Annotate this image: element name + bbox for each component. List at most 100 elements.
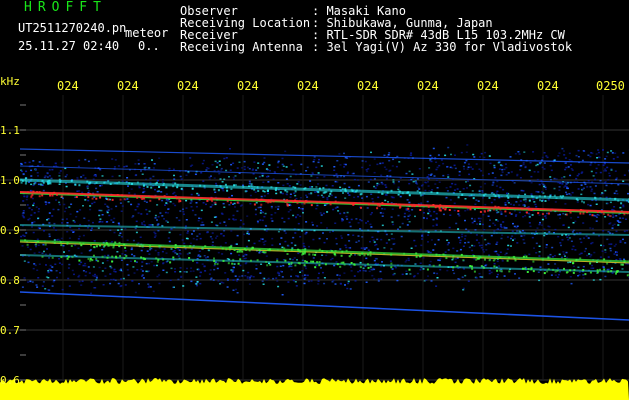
signal-speck — [189, 245, 192, 248]
noise-speck — [605, 155, 608, 158]
noise-speck — [25, 170, 28, 173]
noise-speck — [236, 234, 239, 237]
noise-speck — [68, 250, 71, 252]
noise-speck — [305, 170, 308, 172]
noise-speck — [239, 264, 242, 267]
noise-speck — [336, 181, 339, 183]
noise-speck — [346, 287, 349, 290]
signal-speck — [554, 270, 557, 273]
signal-speck — [537, 208, 539, 211]
noise-speck — [246, 277, 249, 279]
noise-speck — [315, 166, 318, 169]
signal-speck — [110, 244, 113, 247]
noise-speck — [610, 243, 613, 245]
signal-speck — [279, 191, 282, 194]
noise-speck — [141, 265, 144, 267]
noise-speck — [195, 238, 198, 241]
noise-speck — [218, 160, 221, 162]
noise-speck — [581, 159, 584, 162]
noise-speck — [466, 208, 469, 211]
noise-speck — [182, 208, 184, 210]
signal-speck — [337, 201, 340, 204]
signal-speck — [51, 194, 54, 197]
signal-speck — [610, 270, 613, 273]
noise-speck — [141, 274, 144, 276]
noise-speck — [420, 202, 423, 204]
noise-speck — [301, 203, 303, 205]
noise-speck — [30, 183, 33, 186]
noise-speck — [233, 178, 235, 180]
noise-speck — [453, 189, 456, 191]
signal-speck — [508, 256, 510, 259]
signal-speck — [140, 256, 143, 259]
noise-speck — [197, 194, 200, 197]
noise-speck — [565, 183, 568, 185]
noise-speck — [48, 212, 51, 214]
signal-speck — [530, 268, 533, 271]
noise-speck — [233, 263, 236, 265]
noise-speck — [48, 289, 51, 291]
noise-speck — [130, 203, 133, 206]
noise-speck — [572, 245, 575, 248]
signal-speck — [149, 245, 151, 248]
noise-speck — [462, 245, 465, 247]
noise-speck — [331, 185, 334, 187]
noise-speck — [604, 189, 607, 192]
noise-speck — [368, 270, 371, 273]
noise-speck — [505, 174, 508, 176]
noise-speck — [263, 157, 266, 159]
noise-speck — [45, 276, 48, 278]
noise-speck — [391, 208, 394, 210]
noise-speck — [586, 186, 589, 188]
noise-speck — [550, 169, 553, 172]
noise-speck — [279, 265, 282, 267]
signal-speck — [214, 201, 217, 204]
noise-speck — [419, 262, 422, 264]
noise-speck — [471, 221, 474, 224]
noise-speck — [149, 286, 152, 288]
noise-speck — [140, 170, 142, 172]
noise-speck — [289, 193, 292, 195]
noise-speck — [52, 227, 55, 229]
signal-speck — [419, 194, 422, 197]
signal-speck — [576, 199, 579, 202]
noise-speck — [348, 221, 351, 224]
noise-speck — [286, 183, 289, 185]
noise-speck — [46, 176, 49, 178]
noise-speck — [253, 161, 256, 163]
noise-speck — [496, 276, 499, 278]
signal-speck — [369, 266, 372, 269]
noise-speck — [157, 216, 160, 218]
noise-speck — [284, 232, 287, 234]
noise-speck — [437, 239, 440, 241]
signal-speck — [24, 239, 27, 242]
signal-speck — [38, 195, 41, 198]
signal-speck — [192, 259, 194, 262]
noise-speck — [173, 191, 176, 194]
noise-speck — [397, 180, 400, 183]
noise-speck — [136, 205, 139, 208]
noise-speck — [101, 221, 104, 223]
noise-speck — [235, 288, 237, 291]
noise-speck — [558, 186, 561, 188]
noise-speck — [142, 187, 145, 190]
noise-speck — [76, 210, 79, 213]
noise-speck — [223, 230, 226, 232]
noise-speck — [280, 237, 283, 239]
signal-speck — [351, 189, 354, 192]
noise-speck — [459, 190, 462, 193]
noise-speck — [323, 175, 326, 178]
noise-speck — [248, 233, 250, 235]
noise-speck — [493, 230, 496, 232]
noise-speck — [473, 218, 476, 220]
noise-speck — [165, 252, 168, 254]
signal-speck — [231, 262, 234, 265]
noise-speck — [201, 221, 204, 224]
noise-speck — [276, 272, 279, 274]
noise-speck — [559, 182, 562, 185]
signal-speck — [106, 256, 109, 259]
noise-speck — [174, 252, 177, 254]
noise-speck — [199, 271, 202, 274]
noise-speck — [479, 156, 481, 158]
signal-speck — [158, 198, 161, 201]
